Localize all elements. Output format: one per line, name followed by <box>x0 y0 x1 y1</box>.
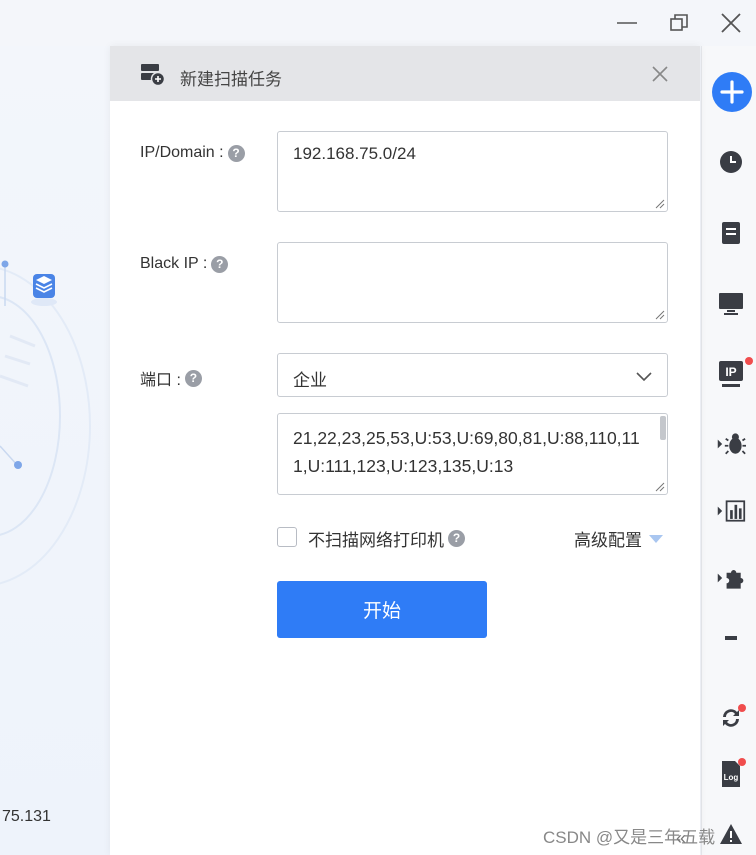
port-label: 端口 : ? <box>140 366 202 390</box>
resize-handle-icon[interactable] <box>655 310 665 320</box>
sidebar-item-assets[interactable] <box>716 218 746 248</box>
plugin-icon <box>717 570 744 589</box>
chart-icon <box>717 500 746 522</box>
minimize-icon <box>617 22 637 24</box>
caret-down-icon <box>649 534 663 543</box>
notification-dot <box>745 357 753 365</box>
notification-dot <box>738 758 746 766</box>
warning-icon <box>720 824 742 844</box>
sidebar-item-sync[interactable] <box>716 703 746 733</box>
close-icon <box>721 13 741 33</box>
dialog-title: 新建扫描任务 <box>180 70 282 89</box>
sidebar-item-log[interactable]: Log <box>716 758 746 789</box>
monitor-icon <box>719 293 743 315</box>
black-ip-label: Black IP : ? <box>140 255 229 273</box>
notification-dot <box>738 704 746 712</box>
database-icon <box>31 270 57 311</box>
sidebar-item-history[interactable] <box>716 147 746 177</box>
restore-icon <box>670 14 688 31</box>
network-graphic <box>0 260 91 585</box>
black-ip-input[interactable] <box>277 242 668 323</box>
bug-icon <box>717 433 746 455</box>
node-ip-label: 75.131 <box>2 808 51 825</box>
help-icon[interactable]: ? <box>184 369 202 387</box>
ip-domain-label: IP/Domain : ? <box>140 144 245 162</box>
clock-icon <box>720 151 742 173</box>
app-window: 75.131 IP Log 新建扫描任务 IP/Domain: ? 192.1… <box>0 0 756 855</box>
sidebar-item-ip[interactable]: IP <box>716 357 753 389</box>
chevron-down-icon <box>636 372 652 382</box>
more-icon <box>725 636 737 640</box>
plus-icon <box>712 72 752 112</box>
resize-handle-icon[interactable] <box>655 199 665 209</box>
sidebar-item-vulns[interactable] <box>716 429 746 459</box>
resize-handle-icon[interactable] <box>655 482 665 492</box>
watermark: CSDN @又是三年五载 <box>543 828 716 847</box>
sidebar-item-new-task[interactable] <box>711 71 753 113</box>
server-icon <box>722 222 740 244</box>
close-button[interactable] <box>716 8 746 38</box>
right-sidebar: IP Log <box>701 46 756 855</box>
advanced-config-toggle[interactable]: 高级配置 <box>574 526 663 551</box>
ip-icon: IP <box>719 361 743 387</box>
network-map-background <box>0 46 110 855</box>
scrollbar-thumb[interactable] <box>660 416 666 440</box>
ip-domain-input[interactable]: 192.168.75.0/24 <box>277 131 668 212</box>
sidebar-item-hosts[interactable] <box>716 289 746 319</box>
sidebar-item-plugins[interactable] <box>716 563 746 593</box>
sidebar-item-reports[interactable] <box>716 496 746 526</box>
restore-button[interactable] <box>664 8 694 38</box>
new-scan-task-dialog: 新建扫描任务 IP/Domain : ? 192.168.75.0/24 Bla… <box>110 46 700 855</box>
start-button[interactable]: 开始 <box>277 581 487 638</box>
svg-text:IP: IP <box>725 365 736 379</box>
svg-text:Log: Log <box>724 773 739 782</box>
port-preset-select[interactable]: 企业 <box>277 353 668 397</box>
skip-printer-checkbox[interactable] <box>277 527 297 547</box>
help-icon[interactable]: ? <box>448 530 465 547</box>
sidebar-item-alert[interactable] <box>716 819 746 849</box>
dialog-header: 新建扫描任务 <box>110 46 700 101</box>
sidebar-item-partial[interactable] <box>716 630 746 640</box>
skip-printer-label[interactable]: 不扫描网络打印机 ? <box>308 526 465 551</box>
title-bar <box>0 0 756 46</box>
help-icon[interactable]: ? <box>227 144 245 162</box>
dialog-close-button[interactable] <box>648 62 672 86</box>
minimize-button[interactable] <box>612 8 642 38</box>
port-list-input[interactable]: 21,22,23,25,53,U:53,U:69,80,81,U:88,110,… <box>277 413 668 495</box>
collapse-icon[interactable]: « <box>676 828 686 849</box>
close-icon <box>652 66 668 82</box>
help-icon[interactable]: ? <box>211 255 229 273</box>
task-add-icon <box>140 63 166 92</box>
